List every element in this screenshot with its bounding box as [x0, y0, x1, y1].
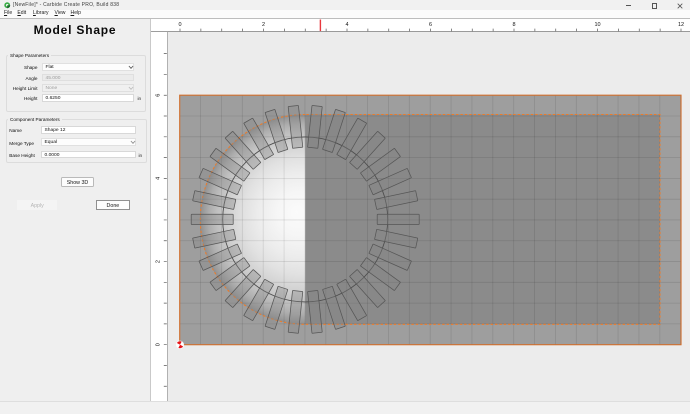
svg-text:6: 6 [429, 22, 432, 28]
svg-text:12: 12 [678, 22, 684, 28]
svg-text:4: 4 [156, 177, 162, 180]
svg-text:10: 10 [594, 22, 600, 28]
svg-text:6: 6 [156, 93, 162, 96]
svg-text:2: 2 [262, 22, 265, 28]
svg-text:0: 0 [178, 22, 181, 28]
svg-text:0: 0 [155, 343, 161, 346]
svg-text:4: 4 [345, 22, 348, 28]
svg-text:8: 8 [512, 22, 515, 28]
svg-text:2: 2 [155, 260, 161, 263]
